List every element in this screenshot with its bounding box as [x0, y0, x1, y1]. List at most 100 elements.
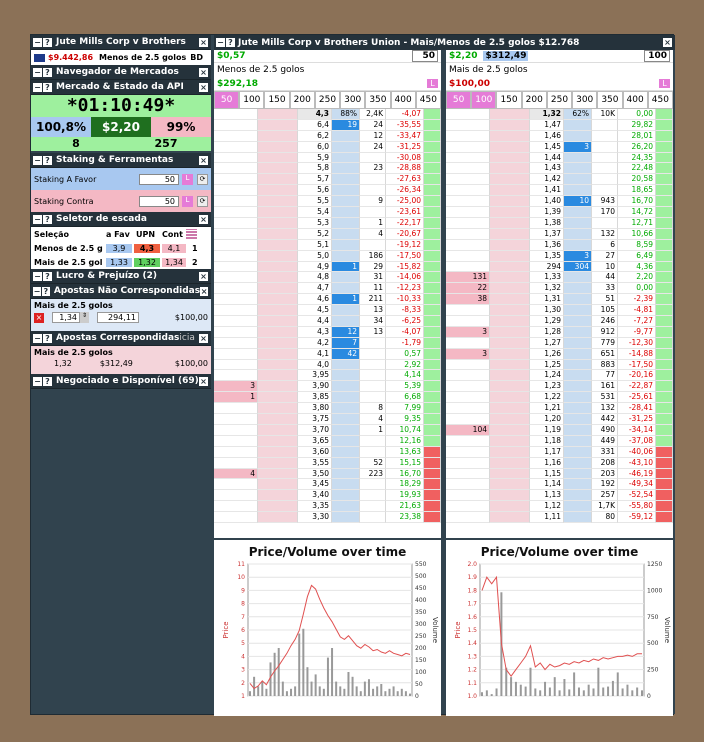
price[interactable]: 4,3: [298, 109, 332, 120]
back-amount[interactable]: [564, 217, 592, 229]
back-cell[interactable]: [490, 359, 530, 371]
back-cell[interactable]: [258, 479, 298, 491]
back-amount[interactable]: [332, 207, 360, 218]
ladder-row[interactable]: 1,22 531 -25,61: [446, 392, 673, 404]
price[interactable]: 3,70: [298, 424, 332, 436]
ladder-row[interactable]: 1,12 1,7K -55,80: [446, 501, 673, 513]
back-amount[interactable]: [332, 185, 360, 197]
back-cell[interactable]: [490, 239, 530, 251]
back-cell[interactable]: [258, 446, 298, 458]
close-icon[interactable]: ×: [199, 333, 208, 343]
back-cell[interactable]: [490, 174, 530, 186]
back-amount[interactable]: [332, 381, 360, 393]
back-amount[interactable]: [332, 283, 360, 295]
price[interactable]: 1,13: [530, 490, 564, 502]
close-icon[interactable]: ×: [200, 286, 209, 296]
ladder-row[interactable]: 1,18 449 -37,08: [446, 435, 673, 447]
ladder-row[interactable]: 4,5 13 -8,33: [214, 305, 441, 316]
stake-tick-button[interactable]: 300: [340, 91, 366, 109]
ladder-row[interactable]: 1,43 22,48: [446, 163, 673, 175]
back-amount[interactable]: [332, 392, 360, 404]
back-amount[interactable]: [332, 457, 360, 469]
back-amount[interactable]: [332, 228, 360, 240]
price[interactable]: 4,9: [298, 261, 332, 273]
back-amount[interactable]: [564, 348, 592, 360]
ladder-row[interactable]: 1,23 161 -22,87: [446, 381, 673, 393]
back-amount[interactable]: [332, 130, 360, 142]
back-amount[interactable]: [332, 305, 360, 316]
back-cell[interactable]: [490, 196, 530, 208]
stake-tick-button[interactable]: 50: [446, 91, 472, 109]
price[interactable]: 1,43: [530, 163, 564, 175]
back-cell[interactable]: [490, 185, 530, 197]
ladder-row[interactable]: 5,1 -19,12: [214, 239, 441, 251]
ladder-row[interactable]: 4,4 34 -6,25: [214, 316, 441, 327]
price[interactable]: 5,6: [298, 185, 332, 197]
ladder-row[interactable]: 3,40 19,93: [214, 490, 441, 502]
back-amount[interactable]: [564, 272, 592, 284]
back-amount[interactable]: [332, 163, 360, 175]
back-cell[interactable]: [490, 512, 530, 523]
minimize-icon[interactable]: −: [33, 376, 42, 386]
back-amount[interactable]: [332, 501, 360, 513]
back-cell[interactable]: [490, 305, 530, 316]
back-cell[interactable]: [258, 130, 298, 142]
back-amount[interactable]: [564, 512, 592, 523]
back-cell[interactable]: [258, 141, 298, 153]
price[interactable]: 1,32: [530, 109, 564, 120]
back-amount[interactable]: [332, 359, 360, 371]
price[interactable]: 1,35: [530, 250, 564, 262]
back-amount[interactable]: [564, 174, 592, 186]
back-cell[interactable]: [490, 326, 530, 338]
back-amount[interactable]: 3: [564, 250, 592, 262]
back-cell[interactable]: [258, 239, 298, 251]
price[interactable]: 4,6: [298, 294, 332, 306]
back-cell[interactable]: [490, 370, 530, 382]
ladder-row[interactable]: 3,55 52 15,15: [214, 457, 441, 469]
back-cell[interactable]: [258, 490, 298, 502]
back-cell[interactable]: [258, 348, 298, 360]
back-amount[interactable]: [332, 239, 360, 251]
price[interactable]: 1,15: [530, 468, 564, 480]
back-cell[interactable]: [490, 228, 530, 240]
price[interactable]: 5,4: [298, 207, 332, 218]
price[interactable]: 6,2: [298, 130, 332, 142]
ladder-row[interactable]: 5,5 9 -25,00: [214, 196, 441, 208]
lock-button[interactable]: L: [182, 173, 193, 185]
back-amount[interactable]: [564, 435, 592, 447]
back-amount[interactable]: [564, 185, 592, 197]
ladder-row[interactable]: 4,0 2,92: [214, 359, 441, 371]
back-cell[interactable]: [490, 163, 530, 175]
price[interactable]: 1,24: [530, 370, 564, 382]
back-cell[interactable]: [490, 294, 530, 306]
back-amount[interactable]: [564, 119, 592, 131]
price[interactable]: 1,36: [530, 239, 564, 251]
market-header[interactable]: −? Jute Mills Corp v Brothers ×: [31, 35, 211, 50]
back-cell[interactable]: [490, 501, 530, 513]
back-amount[interactable]: [564, 424, 592, 436]
back-amount[interactable]: [332, 370, 360, 382]
selection-row[interactable]: Menos de 2.5 g 3,9 4,3 4,1 1: [31, 241, 211, 255]
back-cell[interactable]: [258, 250, 298, 262]
back-cell[interactable]: [258, 403, 298, 415]
back-amount[interactable]: [332, 424, 360, 436]
back-cell[interactable]: [490, 392, 530, 404]
ladder-row[interactable]: 3,45 18,29: [214, 479, 441, 491]
stake-tick-button[interactable]: 250: [546, 91, 573, 109]
price[interactable]: 3,80: [298, 403, 332, 415]
back-cell[interactable]: [490, 446, 530, 458]
price[interactable]: 1,30: [530, 305, 564, 316]
price[interactable]: 1,25: [530, 359, 564, 371]
back-cell[interactable]: [490, 152, 530, 164]
stake-lay-input[interactable]: 50: [139, 195, 179, 207]
ladder-row[interactable]: 3,30 23,38: [214, 512, 441, 523]
back-amount[interactable]: [564, 305, 592, 316]
ladder-row[interactable]: 1,13 257 -52,54: [446, 490, 673, 502]
minimize-icon[interactable]: −: [33, 271, 42, 281]
back-amount[interactable]: [332, 272, 360, 284]
back-amount[interactable]: [564, 403, 592, 415]
selector-header[interactable]: −? Seletor de escada ×: [31, 212, 211, 227]
back-amount[interactable]: [564, 446, 592, 458]
stake-tick-button[interactable]: 150: [496, 91, 522, 109]
back-amount[interactable]: 88%: [332, 109, 360, 120]
